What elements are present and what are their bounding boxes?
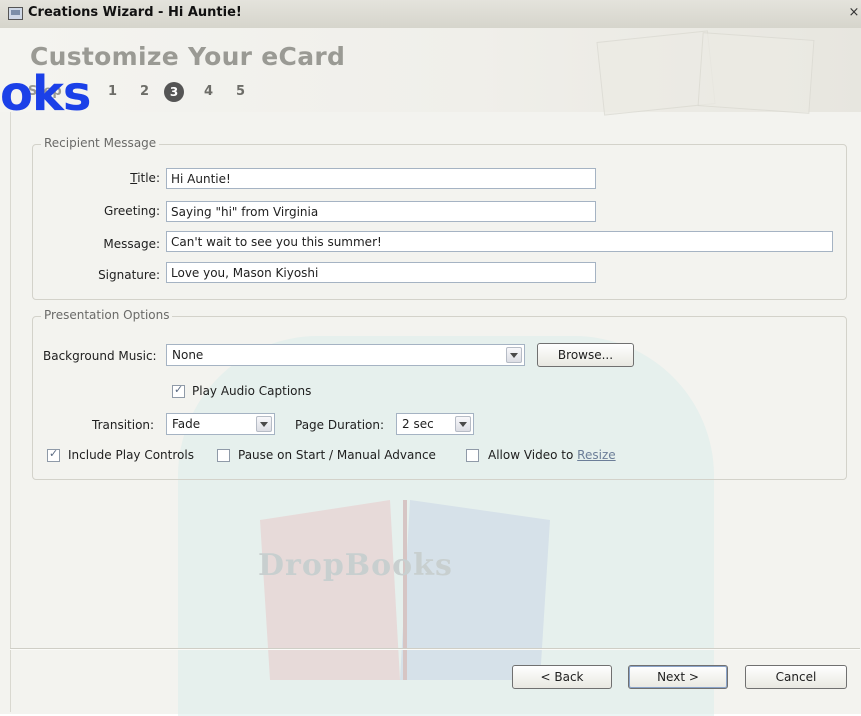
resize-link[interactable]: Resize [577, 448, 615, 462]
pause-on-start-checkbox[interactable] [217, 449, 230, 462]
step-3-current: 3 [164, 82, 184, 102]
include-play-controls-label: Include Play Controls [68, 448, 194, 462]
transition-select[interactable]: Fade [166, 413, 275, 435]
page-duration-select[interactable]: 2 sec [396, 413, 474, 435]
background-music-value: None [172, 348, 204, 362]
step-5: 5 [236, 84, 246, 99]
background-music-label: Background Music: [43, 349, 157, 363]
chevron-down-icon[interactable] [256, 416, 272, 432]
title-label-text: itle: [137, 171, 160, 185]
decorative-photo-image [697, 32, 815, 114]
recipient-group-legend: Recipient Message [41, 136, 160, 150]
next-button[interactable]: Next > [628, 665, 728, 689]
signature-label: Signature: [98, 268, 160, 282]
wizard-window: Creations Wizard - Hi Auntie! × DropBook… [0, 0, 861, 716]
app-icon [8, 7, 23, 20]
overlay-logo-text: oks [0, 66, 91, 122]
transition-label: Transition: [92, 418, 155, 432]
cancel-button[interactable]: Cancel [745, 665, 847, 689]
chevron-down-icon[interactable] [455, 416, 471, 432]
greeting-label: Greeting: [103, 204, 160, 218]
play-audio-captions-label: Play Audio Captions [192, 384, 312, 398]
pause-on-start-label: Pause on Start / Manual Advance [238, 448, 436, 462]
message-label: Message: [103, 237, 160, 251]
background-music-select[interactable]: None [166, 344, 525, 366]
allow-video-resize-label: Allow Video to Resize [488, 448, 616, 462]
signature-field[interactable]: Love you, Mason Kiyoshi [166, 262, 596, 283]
greeting-field[interactable]: Saying "hi" from Virginia [166, 201, 596, 222]
allow-video-text: Allow Video to [488, 448, 574, 462]
include-play-controls-checkbox[interactable] [47, 447, 60, 462]
close-icon[interactable]: × [847, 3, 861, 23]
presentation-group-legend: Presentation Options [41, 308, 173, 322]
browse-button[interactable]: Browse... [537, 343, 634, 367]
back-button[interactable]: < Back [512, 665, 612, 689]
window-title: Creations Wizard - Hi Auntie! [28, 5, 242, 20]
title-bar[interactable]: Creations Wizard - Hi Auntie! × [0, 0, 861, 29]
title-field[interactable]: Hi Auntie! [166, 168, 596, 189]
play-audio-captions-checkbox[interactable] [172, 383, 185, 398]
page-duration-label: Page Duration: [295, 418, 385, 432]
step-4: 4 [204, 84, 214, 99]
chevron-down-icon[interactable] [506, 347, 522, 363]
watermark-text: DropBooks [258, 548, 453, 583]
allow-video-resize-checkbox[interactable] [466, 449, 479, 462]
step-2: 2 [140, 84, 150, 99]
step-1: 1 [108, 84, 118, 99]
message-field[interactable]: Can't wait to see you this summer! [166, 231, 833, 252]
title-label: Title: [130, 171, 160, 185]
transition-value: Fade [172, 417, 201, 431]
footer-divider [10, 648, 860, 650]
page-duration-value: 2 sec [402, 417, 434, 431]
